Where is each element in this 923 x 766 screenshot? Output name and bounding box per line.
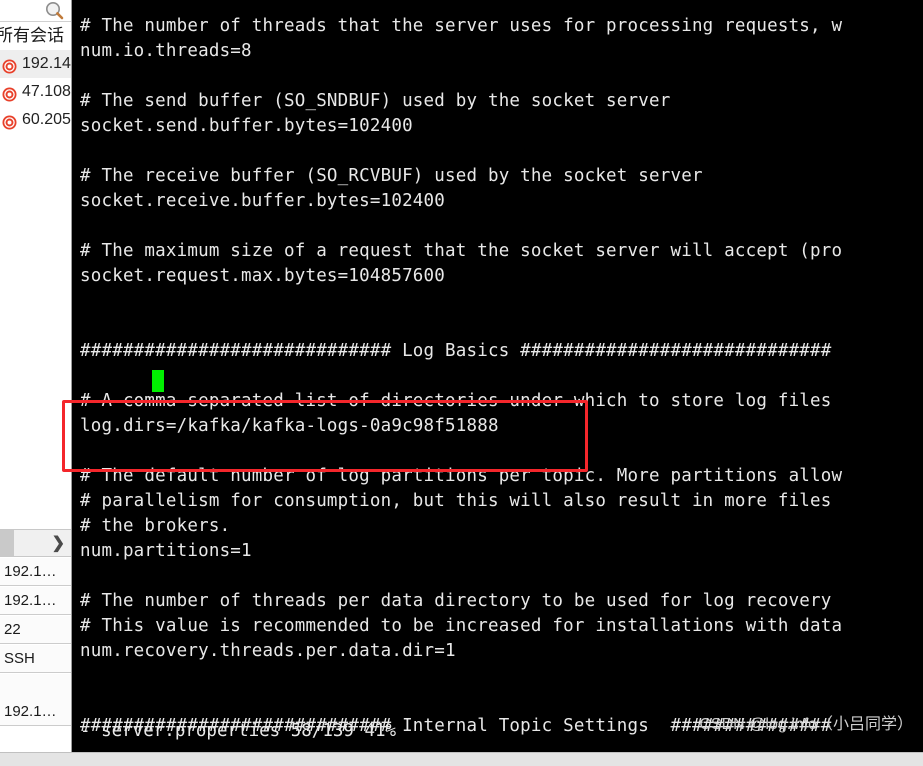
terminal-line: ############################# Log Basics… — [80, 341, 832, 361]
sidebar-property-row[interactable]: SSH — [0, 645, 71, 673]
terminal-line: num.recovery.threads.per.data.dir=1 — [80, 641, 456, 661]
sidebar-session-label: 192.14 — [22, 55, 71, 72]
terminal-pane[interactable]: # The number of threads that the server … — [72, 0, 923, 752]
sidebar-search-row[interactable] — [0, 0, 71, 22]
chevron-right-icon[interactable]: ❯ — [52, 533, 65, 553]
sidebar-property-row[interactable]: 22 — [0, 616, 71, 644]
sidebar-property-row[interactable]: 192.1… — [0, 558, 71, 586]
terminal-line: num.partitions=1 — [80, 541, 252, 561]
terminal-line: socket.request.max.bytes=104857600 — [80, 266, 446, 286]
session-sidebar: 所有会话 192.14 47.108 60.205 ❯ 192.1… 192.1… — [0, 0, 72, 766]
session-icon — [2, 84, 17, 102]
watermark-text: CSDN @log.info（小吕同学） — [699, 716, 913, 733]
pager-status-line: - server.properties 58/139 41% — [80, 721, 397, 741]
terminal-line: log.dirs=/kafka/kafka-logs-0a9c98f51888 — [80, 416, 499, 436]
sidebar-expand-bar[interactable]: ❯ — [0, 529, 71, 557]
session-icon — [2, 56, 17, 74]
terminal-line: # parallelism for consumption, but this … — [80, 491, 843, 511]
terminal-line: # This value is recommended to be increa… — [80, 616, 843, 636]
terminal-line: # The maximum size of a request that the… — [80, 241, 843, 261]
terminal-line: # The default number of log partitions p… — [80, 466, 843, 486]
block-cursor — [152, 370, 164, 392]
sidebar-property-row[interactable]: 192.1… — [0, 698, 71, 726]
sidebar-session-label: 47.108 — [22, 83, 71, 100]
ssh-client-window: 所有会话 192.14 47.108 60.205 ❯ 192.1… 192.1… — [0, 0, 923, 766]
terminal-line: # The number of threads that the server … — [80, 16, 843, 36]
search-icon[interactable] — [45, 1, 64, 20]
terminal-line: # the brokers. — [80, 516, 231, 536]
window-bottom-strip — [0, 752, 923, 766]
sidebar-session-item-0[interactable]: 192.14 — [0, 50, 71, 78]
sidebar-session-label: 60.205 — [22, 111, 71, 128]
terminal-line: socket.send.buffer.bytes=102400 — [80, 116, 413, 136]
sidebar-session-item-2[interactable]: 60.205 — [0, 106, 71, 134]
sidebar-property-row[interactable]: 192.1… — [0, 587, 71, 615]
terminal-line: # The number of threads per data directo… — [80, 591, 843, 611]
terminal-line: # The receive buffer (SO_RCVBUF) used by… — [80, 166, 703, 186]
terminal-line: socket.receive.buffer.bytes=102400 — [80, 191, 446, 211]
terminal-text-buffer: # The number of threads that the server … — [80, 14, 842, 739]
sidebar-resize-handle[interactable] — [0, 530, 14, 556]
sidebar-header-label: 所有会话 — [0, 26, 64, 45]
sidebar-empty-area — [0, 131, 71, 529]
terminal-line: # A comma separated list of directories … — [80, 391, 832, 411]
terminal-line: # The send buffer (SO_SNDBUF) used by th… — [80, 91, 671, 111]
session-icon — [2, 112, 17, 130]
terminal-line: num.io.threads=8 — [80, 41, 252, 61]
sidebar-session-item-1[interactable]: 47.108 — [0, 78, 71, 106]
